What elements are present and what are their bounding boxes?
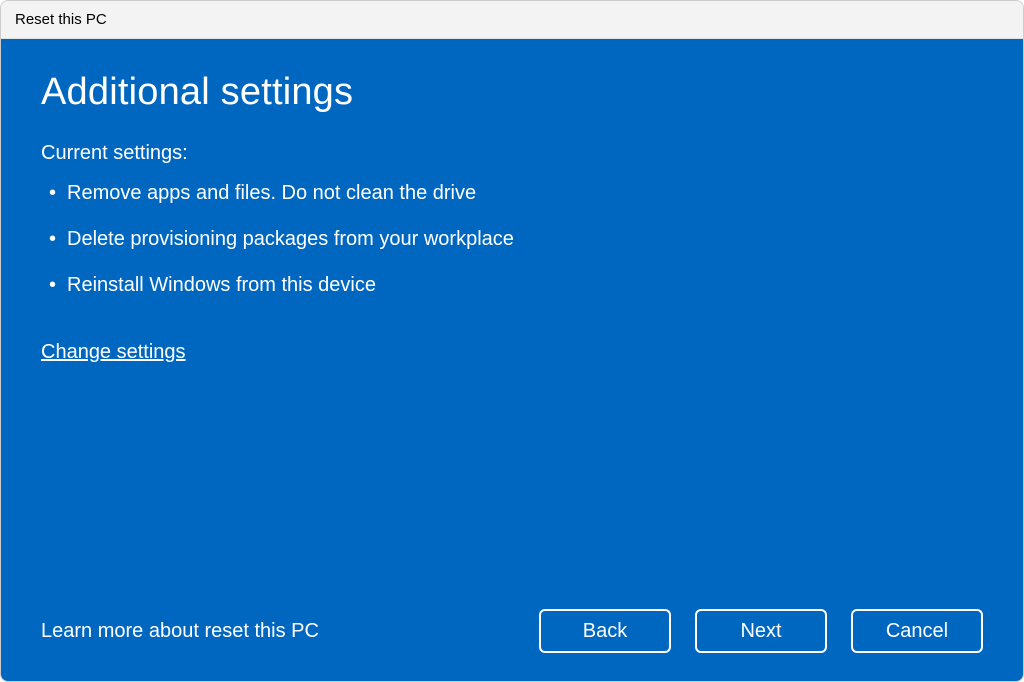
next-button[interactable]: Next bbox=[695, 609, 827, 653]
change-settings-link[interactable]: Change settings bbox=[41, 341, 186, 364]
page-heading: Additional settings bbox=[41, 71, 983, 114]
learn-more-link[interactable]: Learn more about reset this PC bbox=[41, 620, 319, 643]
setting-item: Reinstall Windows from this device bbox=[41, 271, 983, 299]
reset-pc-window: Reset this PC Additional settings Curren… bbox=[0, 0, 1024, 682]
cancel-button[interactable]: Cancel bbox=[851, 609, 983, 653]
setting-item: Delete provisioning packages from your w… bbox=[41, 225, 983, 253]
setting-item: Remove apps and files. Do not clean the … bbox=[41, 179, 983, 207]
titlebar: Reset this PC bbox=[1, 1, 1023, 39]
button-group: Back Next Cancel bbox=[539, 609, 983, 653]
content-area: Additional settings Current settings: Re… bbox=[1, 39, 1023, 681]
back-button[interactable]: Back bbox=[539, 609, 671, 653]
window-title: Reset this PC bbox=[15, 11, 107, 28]
footer: Learn more about reset this PC Back Next… bbox=[41, 609, 983, 653]
current-settings-label: Current settings: bbox=[41, 142, 983, 165]
settings-list: Remove apps and files. Do not clean the … bbox=[41, 179, 983, 317]
